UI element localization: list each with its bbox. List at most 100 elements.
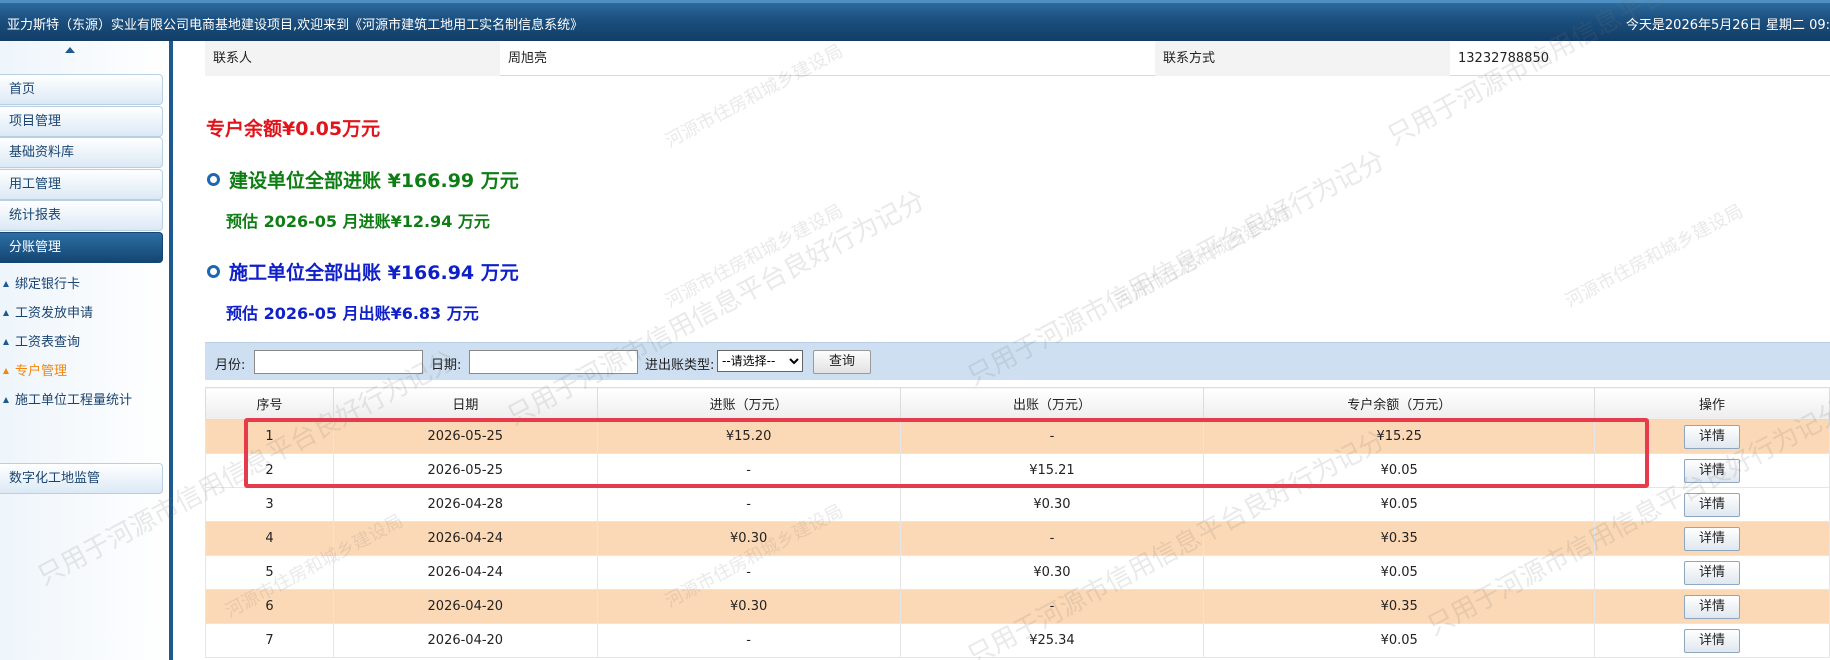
cell-action: 详情: [1594, 453, 1830, 488]
cell-out: ¥25.34: [899, 623, 1205, 658]
system-title: 亚力斯特（东源）实业有限公司电商基地建设项目,欢迎来到《河源市建筑工地用工实名制…: [7, 18, 584, 33]
header-action: 操作: [1594, 387, 1830, 420]
header-no: 序号: [205, 387, 334, 420]
cell-no: 7: [205, 623, 334, 658]
cell-no: 4: [205, 521, 334, 556]
cell-no: 6: [205, 589, 334, 624]
triangle-icon: [3, 281, 9, 287]
collapse-up-icon[interactable]: [65, 47, 75, 53]
sidebar: 首页 项目管理 基础资料库 用工管理 统计报表 分账管理 绑定银行卡 工资发放申…: [0, 41, 173, 660]
sidebar-item-digital-site-supervision[interactable]: 数字化工地监管: [0, 463, 163, 494]
month-input[interactable]: [254, 350, 423, 374]
cell-balance: ¥0.35: [1203, 589, 1596, 624]
cell-action: 详情: [1594, 521, 1830, 556]
cell-date: 2026-04-24: [332, 555, 598, 590]
sidebar-item-labor-management[interactable]: 用工管理: [0, 169, 163, 200]
estimated-incoming: 预估 2026-05 月进账¥12.94 万元: [226, 212, 490, 231]
cell-in: -: [596, 623, 901, 658]
total-incoming: 建设单位全部进账 ¥166.99 万元: [207, 166, 519, 193]
cell-date: 2026-04-20: [332, 589, 598, 624]
subitem-contractor-workload[interactable]: 施工单位工程量统计: [3, 389, 132, 408]
triangle-icon: [3, 368, 9, 374]
triangle-icon: [3, 397, 9, 403]
cell-in: ¥15.20: [596, 419, 901, 454]
triangle-icon: [3, 310, 9, 316]
table-row: 5 2026-04-24 - ¥0.30 ¥0.05 详情: [205, 555, 1830, 590]
subitem-special-account[interactable]: 专户管理: [3, 360, 67, 379]
table-row: 6 2026-04-20 ¥0.30 - ¥0.35 详情: [205, 589, 1830, 624]
cell-out: ¥0.30: [899, 487, 1205, 522]
phone-value: 13232788850: [1458, 51, 1549, 66]
detail-button[interactable]: 详情: [1684, 458, 1741, 483]
cell-in: ¥0.30: [596, 521, 901, 556]
header-in: 进账（万元）: [596, 387, 901, 420]
cell-balance: ¥0.05: [1203, 453, 1596, 488]
phone-label: 联系方式: [1155, 41, 1450, 76]
detail-button[interactable]: 详情: [1684, 492, 1741, 517]
cell-action: 详情: [1594, 487, 1830, 522]
cell-out: ¥15.21: [899, 453, 1205, 488]
detail-button[interactable]: 详情: [1684, 526, 1741, 551]
total-outgoing: 施工单位全部出账 ¥166.94 万元: [207, 258, 519, 285]
date-input[interactable]: [469, 350, 638, 374]
sidebar-item-statistics[interactable]: 统计报表: [0, 200, 163, 231]
account-table: 序号 日期 进账（万元） 出账（万元） 专户余额（万元） 操作 1 2026-0…: [205, 387, 1830, 658]
contact-name: 周旭亮: [508, 51, 548, 66]
bullet-icon: [207, 173, 220, 186]
top-bar: 亚力斯特（东源）实业有限公司电商基地建设项目,欢迎来到《河源市建筑工地用工实名制…: [0, 0, 1830, 41]
estimated-outgoing: 预估 2026-05 月出账¥6.83 万元: [226, 304, 479, 323]
table-row: 3 2026-04-28 - ¥0.30 ¥0.05 详情: [205, 487, 1830, 522]
account-balance: 专户余额¥0.05万元: [206, 118, 381, 140]
header-date: 日期: [332, 387, 598, 420]
cell-action: 详情: [1594, 623, 1830, 658]
detail-button[interactable]: 详情: [1684, 594, 1741, 619]
sidebar-item-account-split[interactable]: 分账管理: [0, 232, 163, 263]
cell-balance: ¥0.05: [1203, 623, 1596, 658]
cell-action: 详情: [1594, 555, 1830, 590]
month-label: 月份:: [215, 358, 246, 373]
table-row: 1 2026-05-25 ¥15.20 - ¥15.25 详情: [205, 419, 1830, 454]
cell-action: 详情: [1594, 419, 1830, 454]
contact-label: 联系人: [205, 41, 500, 76]
detail-button[interactable]: 详情: [1684, 424, 1741, 449]
table-row: 4 2026-04-24 ¥0.30 - ¥0.35 详情: [205, 521, 1830, 556]
sidebar-item-home[interactable]: 首页: [0, 74, 163, 105]
table-row: 7 2026-04-20 - ¥25.34 ¥0.05 详情: [205, 623, 1830, 658]
type-label: 进出账类型:: [645, 358, 715, 373]
triangle-icon: [3, 339, 9, 345]
cell-no: 2: [205, 453, 334, 488]
detail-button[interactable]: 详情: [1684, 560, 1741, 585]
cell-date: 2026-05-25: [332, 453, 598, 488]
sidebar-item-project-management[interactable]: 项目管理: [0, 106, 163, 137]
contact-row: 联系人 周旭亮 联系方式 13232788850: [205, 41, 1830, 76]
header-balance: 专户余额（万元）: [1203, 387, 1596, 420]
cell-balance: ¥0.35: [1203, 521, 1596, 556]
cell-in: -: [596, 555, 901, 590]
cell-balance: ¥15.25: [1203, 419, 1596, 454]
header-out: 出账（万元）: [899, 387, 1205, 420]
type-select[interactable]: --请选择--: [717, 350, 803, 372]
cell-in: ¥0.30: [596, 589, 901, 624]
cell-date: 2026-04-20: [332, 623, 598, 658]
subitem-payroll-query[interactable]: 工资表查询: [3, 331, 80, 350]
cell-balance: ¥0.05: [1203, 487, 1596, 522]
cell-date: 2026-05-25: [332, 419, 598, 454]
subitem-wage-payment-request[interactable]: 工资发放申请: [3, 302, 93, 321]
cell-no: 1: [205, 419, 334, 454]
cell-no: 3: [205, 487, 334, 522]
cell-out: -: [899, 589, 1205, 624]
query-button[interactable]: 查询: [813, 350, 871, 374]
cell-in: -: [596, 453, 901, 488]
table-header: 序号 日期 进账（万元） 出账（万元） 专户余额（万元） 操作: [205, 387, 1830, 420]
detail-button[interactable]: 详情: [1684, 628, 1741, 653]
cell-action: 详情: [1594, 589, 1830, 624]
sidebar-item-base-database[interactable]: 基础资料库: [0, 137, 163, 168]
cell-date: 2026-04-28: [332, 487, 598, 522]
cell-out: ¥0.30: [899, 555, 1205, 590]
cell-out: -: [899, 419, 1205, 454]
table-row: 2 2026-05-25 - ¥15.21 ¥0.05 详情: [205, 453, 1830, 488]
cell-out: -: [899, 521, 1205, 556]
subitem-bind-bank-card[interactable]: 绑定银行卡: [3, 273, 80, 292]
date-label: 日期:: [431, 358, 462, 373]
cell-no: 5: [205, 555, 334, 590]
